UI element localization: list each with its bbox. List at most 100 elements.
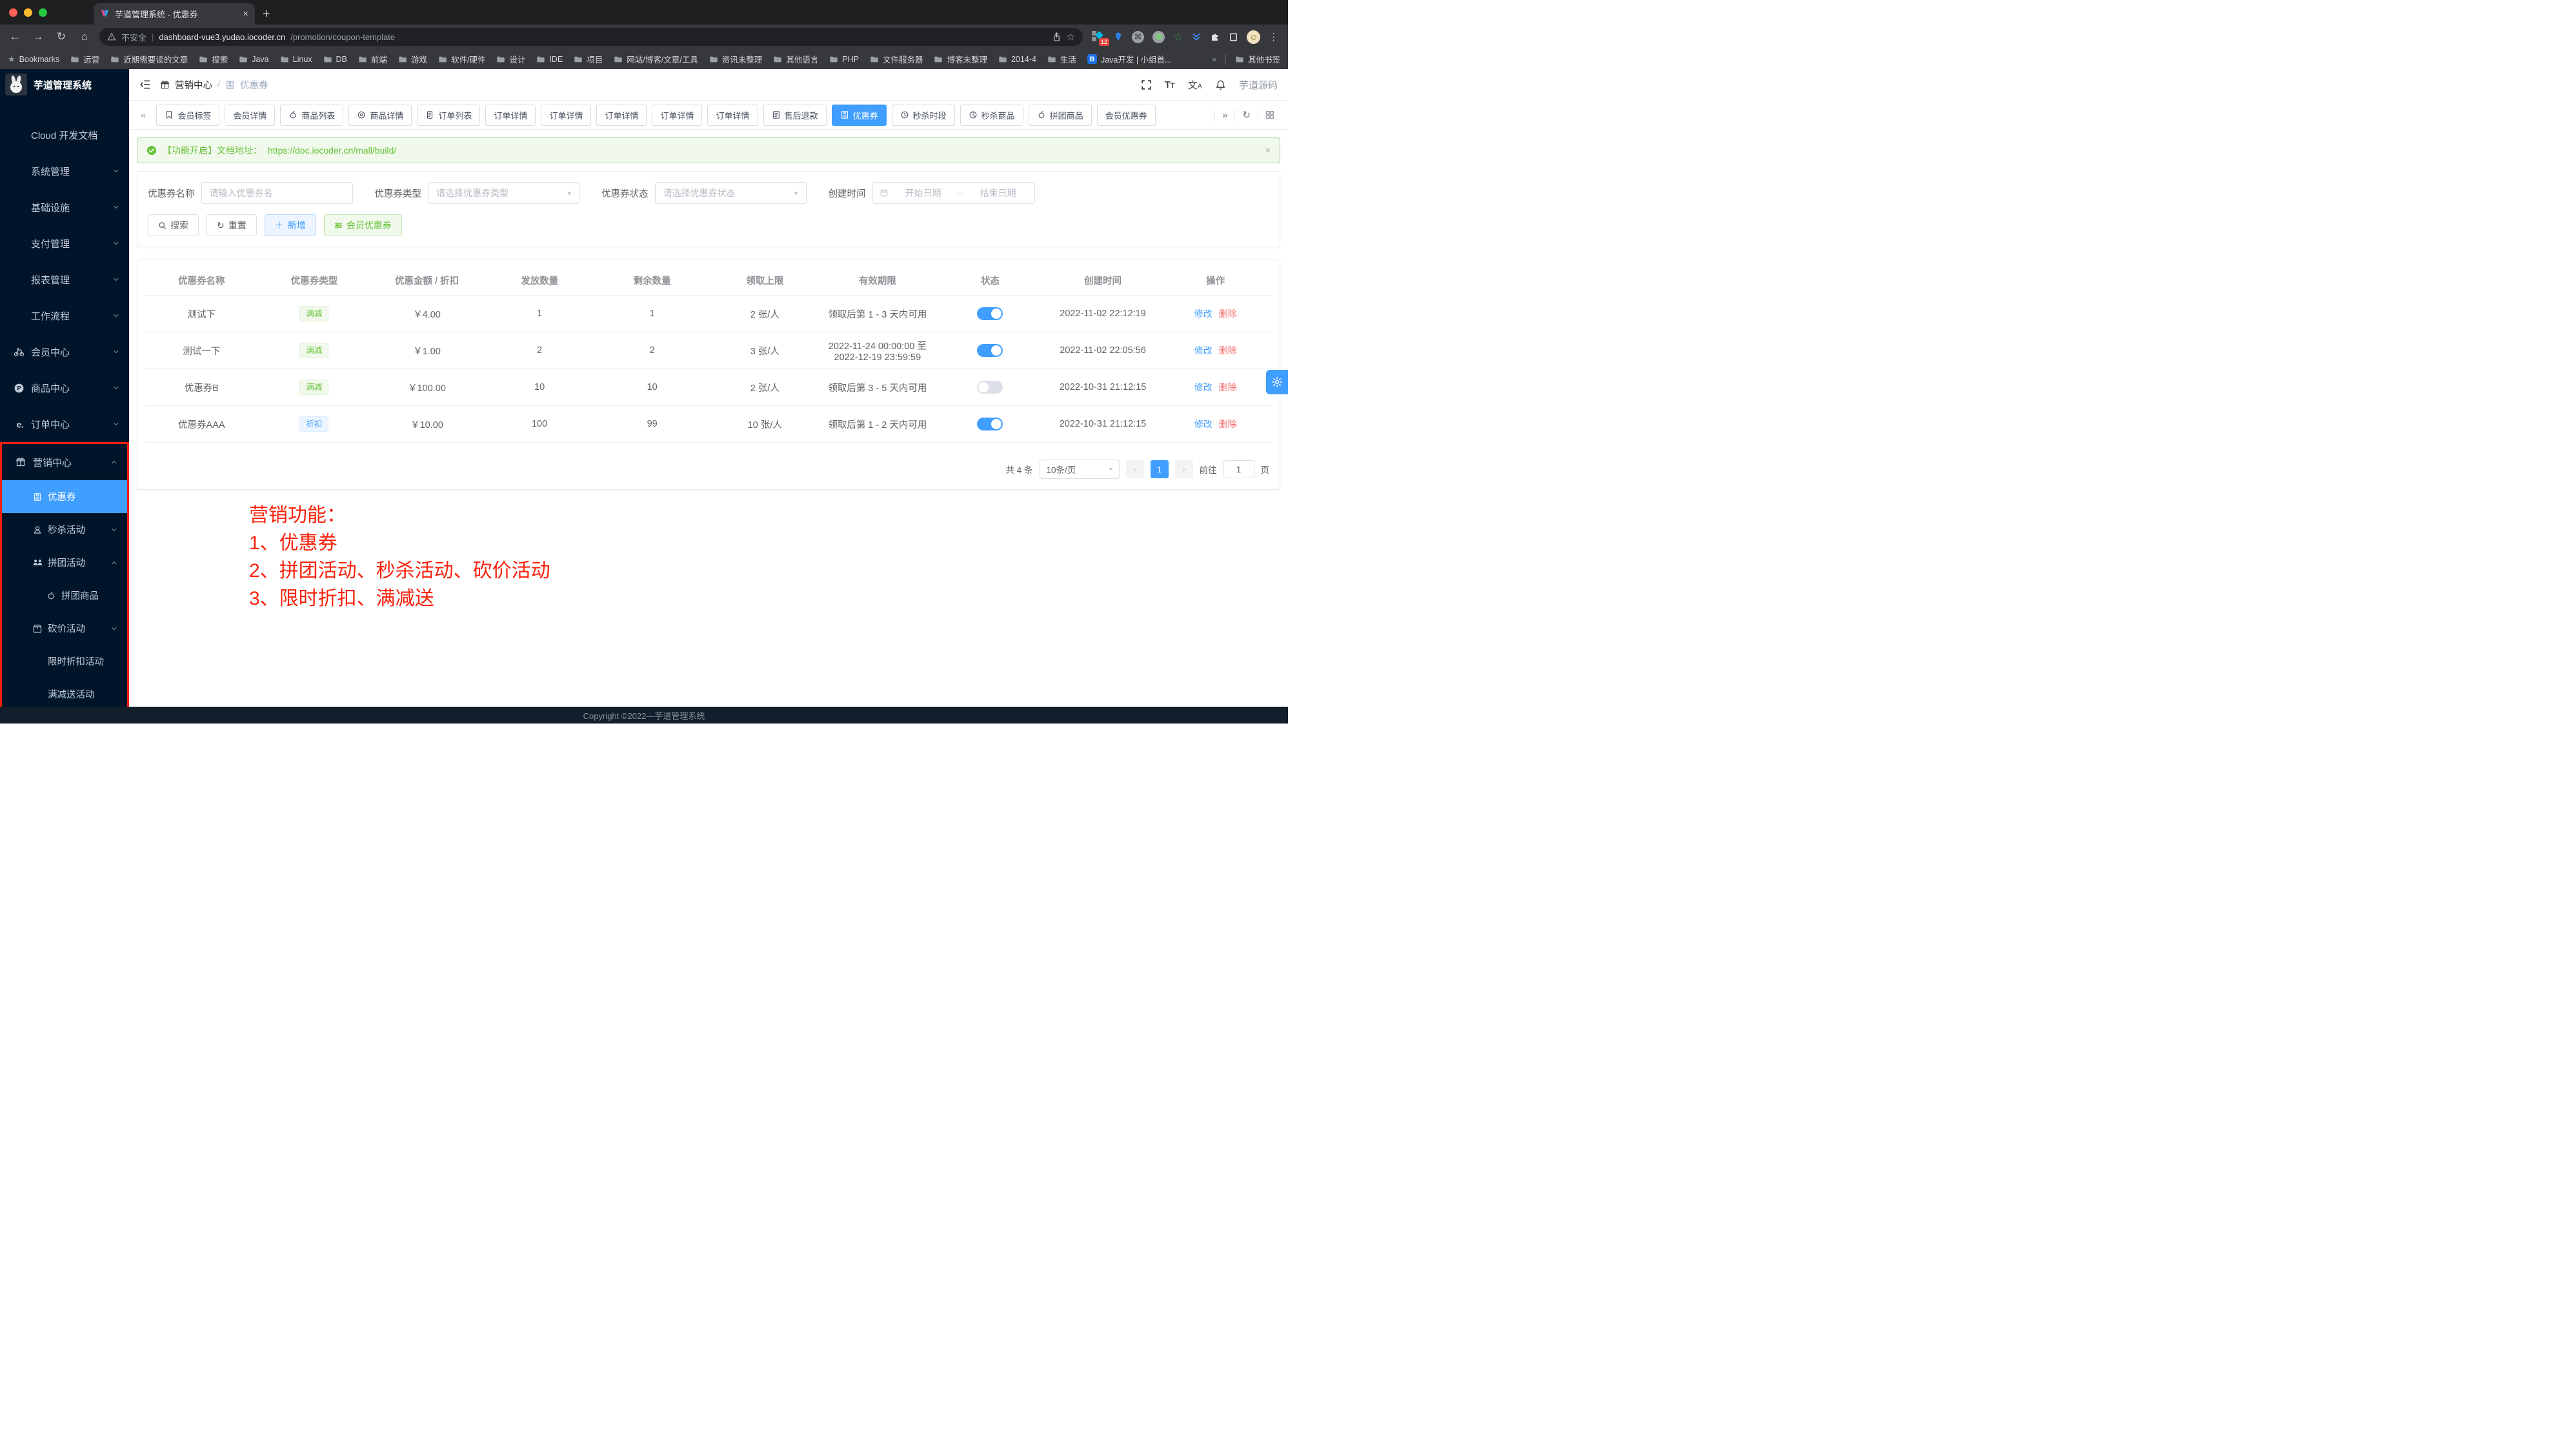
page-size-select[interactable]: 10条/页▾ [1040,460,1120,479]
bookmark-folder[interactable]: Linux [280,53,312,65]
notice-link[interactable]: https://doc.iocoder.cn/mall/build/ [268,145,396,156]
page-tab-订单详情[interactable]: 订单详情 [541,105,591,126]
status-toggle[interactable] [977,307,1003,320]
bookmark-folder[interactable]: 运营 [70,53,99,65]
chevrons-extension-icon[interactable] [1191,32,1202,42]
bookmark-folder[interactable]: 软件/硬件 [438,53,485,65]
window-controls[interactable] [0,8,56,17]
page-tab-订单详情[interactable]: 订单详情 [652,105,702,126]
sidebar-item-秒杀活动[interactable]: 秒杀活动 [2,513,127,546]
sidebar-item-工作流程[interactable]: 工作流程 [0,298,129,334]
add-button[interactable]: ＋新增 [265,214,316,236]
sidebar-item-满减送活动[interactable]: 满减送活动 [2,678,127,711]
font-size-icon[interactable]: TT [1165,79,1175,90]
new-tab-button[interactable]: + [263,7,270,22]
sidebar-item-订单中心[interactable]: e订单中心 [0,406,129,442]
fullscreen-icon[interactable] [1141,79,1152,90]
prev-page-button[interactable]: ‹ [1126,460,1144,478]
bookmark-folder[interactable]: 项目 [574,53,603,65]
bookmark-folder[interactable]: 文件服务器 [870,53,923,65]
extension-icon[interactable]: 12 [1092,30,1105,43]
page-tab-优惠券[interactable]: 优惠券 [832,105,887,126]
settings-gear-button[interactable] [1266,370,1288,394]
coupon-name-input[interactable] [201,182,353,204]
page-tab-秒杀商品[interactable]: 秒杀商品 [960,105,1023,126]
edit-link[interactable]: 修改 [1194,345,1213,356]
bookmark-folder[interactable]: 其他语言 [773,53,818,65]
goto-page-input[interactable] [1223,460,1254,478]
other-bookmarks[interactable]: 其他书签 [1235,53,1280,65]
reset-button[interactable]: ↻重置 [206,214,257,236]
delete-link[interactable]: 删除 [1219,345,1237,356]
bookmark-folder[interactable]: 近期需要读的文章 [110,53,188,65]
member-coupon-button[interactable]: 会员优惠券 [324,214,402,236]
extensions-puzzle-icon[interactable] [1210,32,1220,42]
bookmark-folder[interactable]: Java [239,53,268,65]
translate-icon[interactable]: 文A [1188,78,1202,92]
delete-link[interactable]: 删除 [1219,309,1237,319]
address-bar[interactable]: 不安全 | dashboard-vue3.yudao.iocoder.cn/pr… [99,28,1083,46]
next-page-button[interactable]: › [1175,460,1193,478]
username[interactable]: 芋道源码 [1239,78,1278,92]
tags-scroll-left-icon[interactable]: « [136,110,151,121]
status-toggle[interactable] [977,418,1003,430]
menu-fold-icon[interactable] [139,79,151,90]
page-tab-售后退款[interactable]: 售后退款 [763,105,827,126]
home-icon[interactable]: ⌂ [76,30,93,43]
coupon-type-select[interactable]: 请选择优惠券类型▾ [428,182,579,204]
bookmark-folder[interactable]: PHP [829,53,859,65]
bookmark-folder[interactable]: 生活 [1047,53,1076,65]
sidebar-item-基础设施[interactable]: 基础设施 [0,189,129,225]
page-tab-订单详情[interactable]: 订单详情 [596,105,647,126]
breadcrumb-item[interactable]: 营销中心 [175,78,212,92]
status-toggle[interactable] [977,381,1003,394]
share-icon[interactable] [1052,32,1062,42]
page-tab-订单列表[interactable]: 订单列表 [417,105,480,126]
notification-bell-icon[interactable] [1215,79,1226,90]
page-tab-会员详情[interactable]: 会员详情 [225,105,275,126]
bookmark-star-icon[interactable]: ☆ [1067,32,1075,42]
tags-refresh-icon[interactable]: ↻ [1234,109,1258,121]
pinned-bookmark[interactable]: BJava开发 | 小组首... [1087,53,1172,65]
bookmarks-overflow-icon[interactable]: » [1212,55,1216,64]
status-toggle[interactable] [977,344,1003,357]
page-tab-商品详情[interactable]: 商品详情 [348,105,412,126]
tags-layout-icon[interactable] [1258,110,1282,119]
command-extension-icon[interactable]: ⌘ [1132,31,1144,43]
sidebar-item-商品中心[interactable]: P商品中心 [0,370,129,406]
tags-scroll-right-icon[interactable]: » [1214,110,1234,121]
bookmark-folder[interactable]: 资讯未整理 [709,53,763,65]
bookmark-folder[interactable]: 前端 [358,53,387,65]
alert-close-icon[interactable]: × [1265,145,1271,156]
sidebar-item-系统管理[interactable]: 系统管理 [0,153,129,189]
edit-link[interactable]: 修改 [1194,419,1213,429]
browser-tab[interactable]: 芋道管理系统 - 优惠券 × [94,3,255,25]
sidebar-item-营销中心[interactable]: 营销中心 [2,444,127,480]
page-tab-秒杀时段[interactable]: 秒杀时段 [892,105,955,126]
bookmark-folder[interactable]: 网站/博客/文章/工具 [614,53,698,65]
page-tab-订单详情[interactable]: 订单详情 [485,105,536,126]
coupon-status-select[interactable]: 请选择优惠券状态▾ [655,182,807,204]
recorder-extension-icon[interactable] [1152,31,1165,43]
sidebar-item-报表管理[interactable]: 报表管理 [0,261,129,298]
window-minimize-button[interactable] [24,8,32,17]
sidebar-item-限时折扣活动[interactable]: 限时折扣活动 [2,645,127,678]
window-zoom-button[interactable] [39,8,47,17]
sidebar-item-支付管理[interactable]: 支付管理 [0,225,129,261]
reload-icon[interactable]: ↻ [53,30,70,43]
sidebar-item-会员中心[interactable]: 会员中心 [0,334,129,370]
back-icon[interactable]: ← [6,30,23,43]
chrome-menu-icon[interactable]: ⋮ [1269,31,1278,43]
create-time-range-picker[interactable]: 开始日期 – 结束日期 [872,182,1035,204]
bookmark-folder[interactable]: 设计 [496,53,525,65]
edit-link[interactable]: 修改 [1194,382,1213,392]
page-tab-会员优惠券[interactable]: 会员优惠券 [1097,105,1156,126]
sidebar-item-拼团商品[interactable]: 拼团商品 [2,579,127,612]
page-tab-订单详情[interactable]: 订单详情 [707,105,758,126]
edit-link[interactable]: 修改 [1194,309,1213,319]
page-tab-商品列表[interactable]: 商品列表 [280,105,343,126]
current-page-button[interactable]: 1 [1151,460,1169,478]
page-tab-拼团商品[interactable]: 拼团商品 [1029,105,1092,126]
forward-icon[interactable]: → [30,30,46,43]
bookmark-folder[interactable]: 2014-4 [998,53,1036,65]
